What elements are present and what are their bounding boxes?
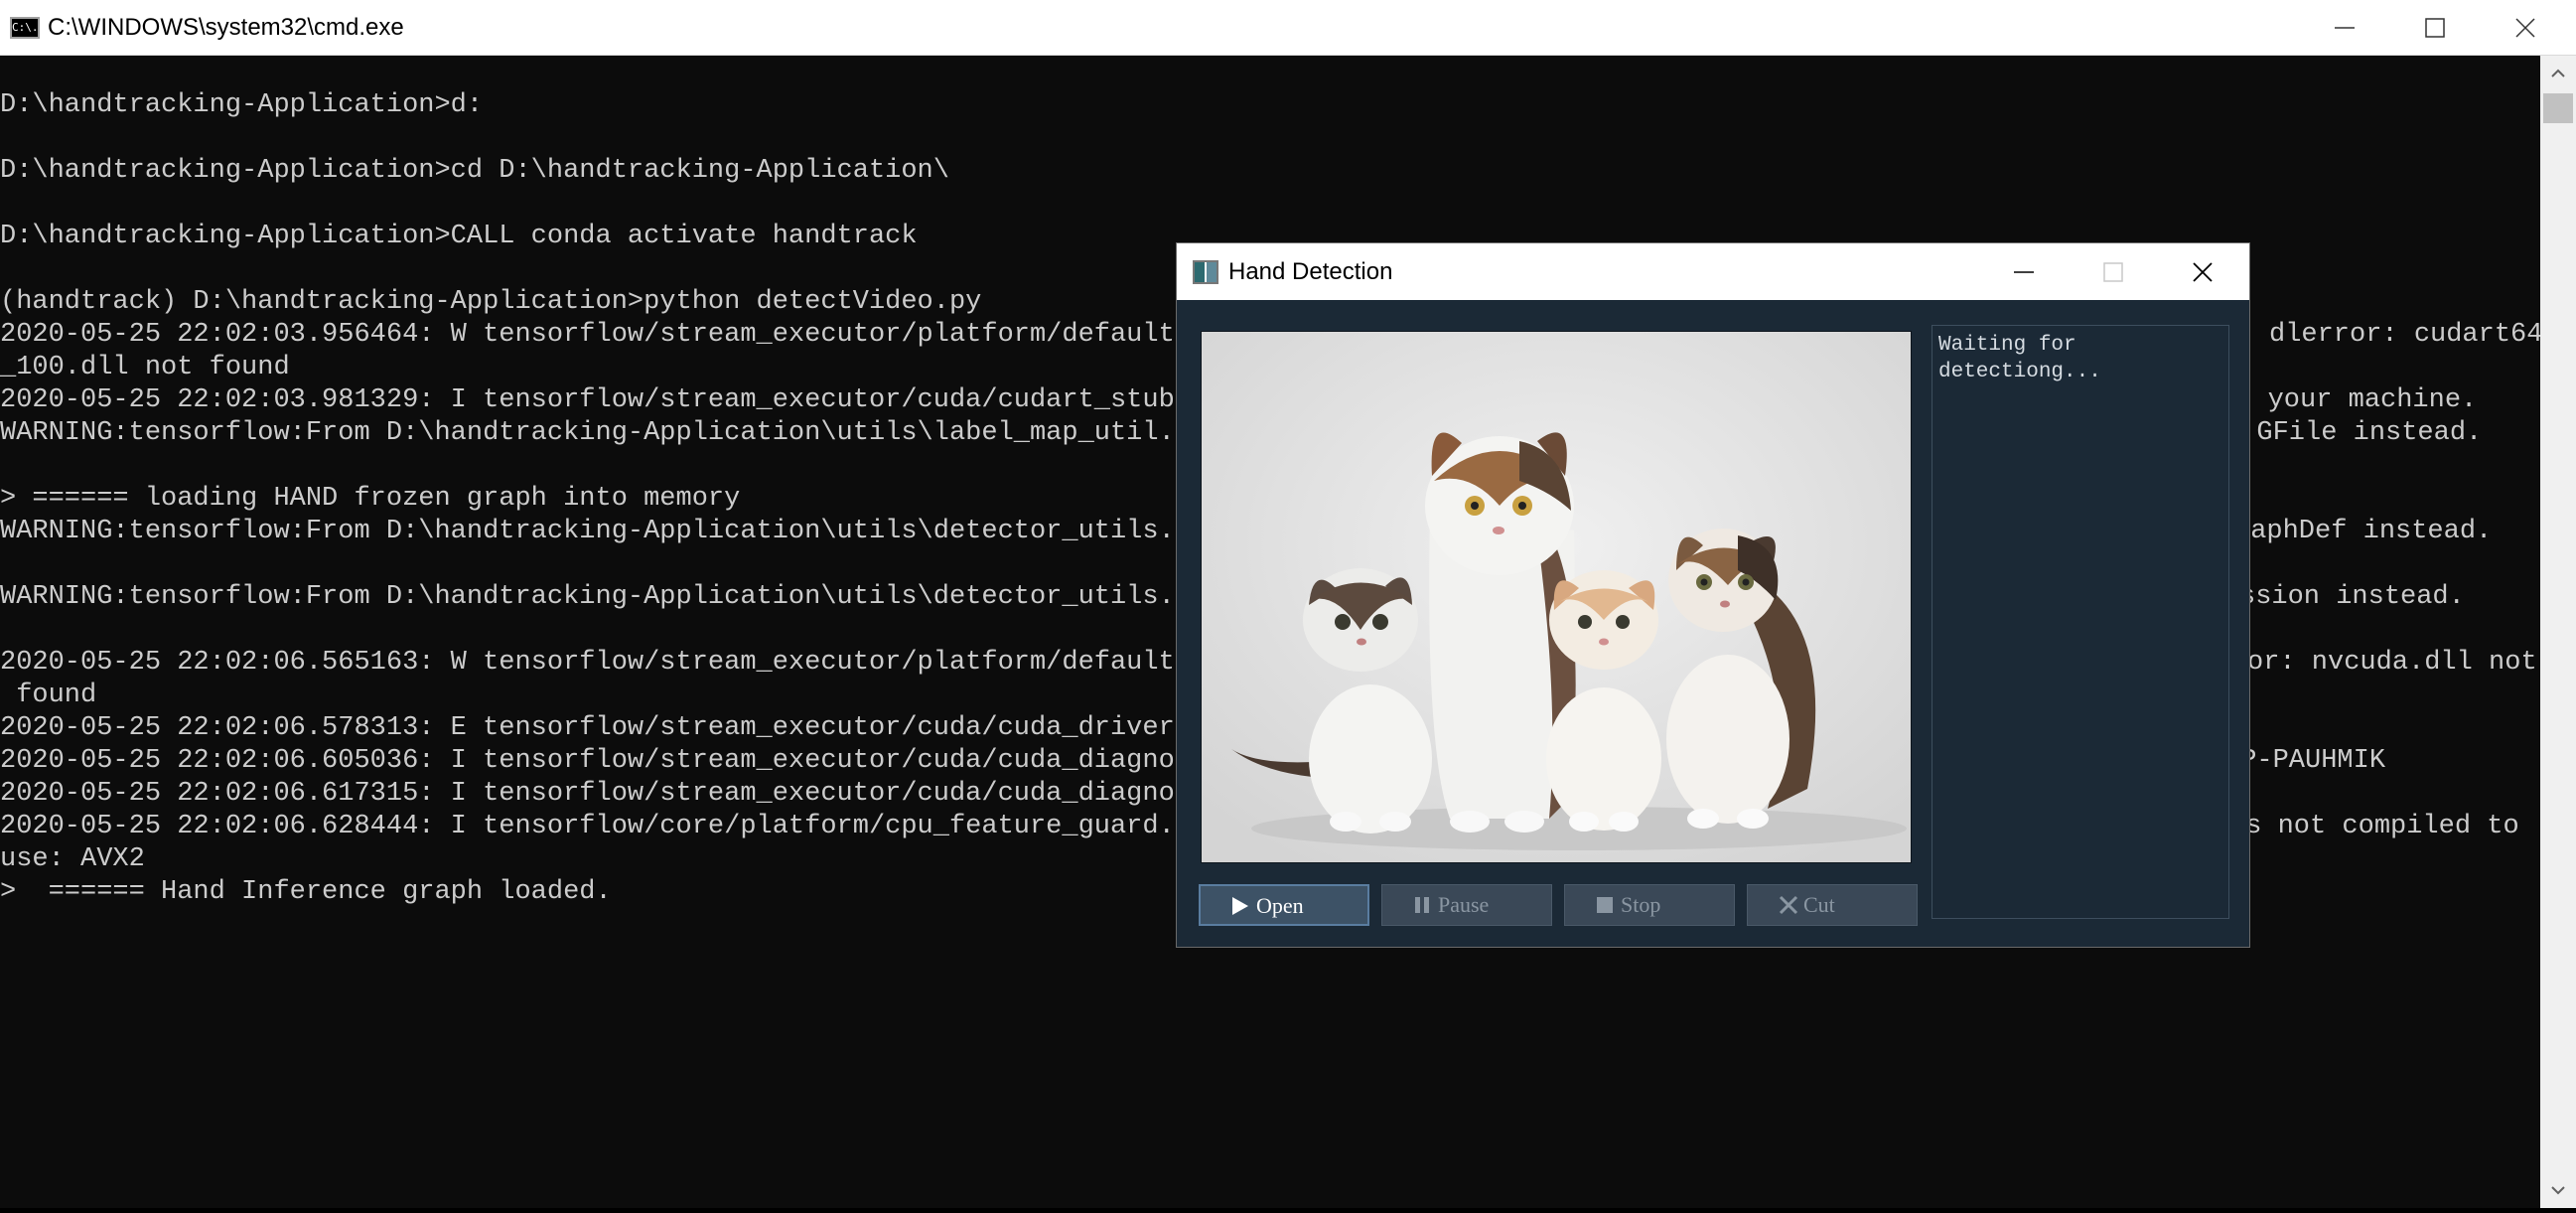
cut-button-label: Cut bbox=[1803, 892, 1835, 917]
pause-button-label: Pause bbox=[1438, 892, 1490, 917]
console-line: use: AVX2 bbox=[0, 844, 145, 874]
play-icon bbox=[1232, 897, 1248, 915]
vertical-scrollbar[interactable] bbox=[2540, 56, 2576, 1208]
console-line-tail: raphDef instead. bbox=[2234, 517, 2493, 546]
maximize-button[interactable] bbox=[2390, 0, 2480, 56]
minimize-button[interactable] bbox=[1979, 243, 2069, 300]
app-icon bbox=[1193, 260, 1218, 284]
console-line-tail: as not compiled to bbox=[2229, 812, 2519, 841]
pause-button[interactable]: Pause bbox=[1381, 884, 1552, 926]
console-line: 2020-05-25 22:02:06.617315: I tensorflow… bbox=[0, 779, 1208, 809]
minimize-icon bbox=[2335, 27, 2355, 29]
chevron-down-icon bbox=[2551, 1186, 2565, 1195]
console-line-tail: dlerror: cudart64 bbox=[2269, 320, 2540, 350]
scroll-thumb[interactable] bbox=[2543, 93, 2573, 123]
detection-status-panel: Waiting for detectiong... bbox=[1932, 325, 2229, 919]
close-button[interactable] bbox=[2481, 0, 2570, 56]
open-button-label: Open bbox=[1256, 893, 1304, 918]
close-button[interactable] bbox=[2158, 243, 2247, 300]
console-line: (handtrack) D:\handtracking-Application>… bbox=[0, 287, 982, 317]
video-display bbox=[1201, 331, 1912, 863]
cmd-app-icon[interactable]: C:\. bbox=[10, 17, 40, 39]
console-line: D:\handtracking-Application>cd D:\handtr… bbox=[0, 156, 949, 186]
console-line: WARNING:tensorflow:From D:\handtracking-… bbox=[0, 517, 1208, 546]
chevron-up-icon bbox=[2551, 69, 2565, 77]
console-line: WARNING:tensorflow:From D:\handtracking-… bbox=[0, 582, 1208, 612]
console-line: 2020-05-25 22:02:06.565163: W tensorflow… bbox=[0, 648, 1208, 678]
console-line: > ====== loading HAND frozen graph into … bbox=[0, 484, 741, 514]
console-line: > ====== Hand Inference graph loaded. bbox=[0, 877, 612, 907]
stop-button[interactable]: Stop bbox=[1564, 884, 1735, 926]
scroll-down-button[interactable] bbox=[2540, 1172, 2576, 1208]
detection-status-text: Waiting for detectiong... bbox=[1938, 334, 2101, 383]
hand-detection-titlebar[interactable]: Hand Detection bbox=[1177, 243, 2249, 300]
minimize-icon bbox=[2014, 271, 2034, 273]
pause-icon bbox=[1415, 897, 1429, 913]
close-icon bbox=[2515, 18, 2535, 38]
maximize-icon bbox=[2425, 18, 2445, 38]
console-line-tail: or: nvcuda.dll not bbox=[2247, 648, 2537, 678]
console-line: 2020-05-25 22:02:06.578313: E tensorflow… bbox=[0, 713, 1208, 743]
console-line: 2020-05-25 22:02:06.605036: I tensorflow… bbox=[0, 746, 1208, 776]
cut-icon bbox=[1779, 895, 1798, 915]
console-line: D:\handtracking-Application>CALL conda a… bbox=[0, 222, 918, 251]
console-line: _100.dll not found bbox=[0, 353, 290, 382]
kittens-photo bbox=[1202, 332, 1911, 862]
close-icon bbox=[2193, 262, 2213, 282]
console-line-tail: ssion instead. bbox=[2239, 582, 2465, 612]
minimize-button[interactable] bbox=[2300, 0, 2389, 56]
console-line-tail: on your machine. bbox=[2219, 385, 2478, 415]
console-line: D:\handtracking-Application>d: bbox=[0, 90, 484, 120]
cmd-window-title: C:\WINDOWS\system32\cmd.exe bbox=[48, 14, 404, 41]
cmd-titlebar[interactable]: C:\. C:\WINDOWS\system32\cmd.exe bbox=[0, 0, 2576, 56]
console-line: 2020-05-25 22:02:06.628444: I tensorflow… bbox=[0, 812, 1191, 841]
maximize-button[interactable] bbox=[2069, 243, 2158, 300]
console-line: 2020-05-25 22:02:03.981329: I tensorflow… bbox=[0, 385, 1208, 415]
stop-icon bbox=[1597, 897, 1613, 913]
open-button[interactable]: Open bbox=[1199, 884, 1369, 926]
cut-button[interactable]: Cut bbox=[1747, 884, 1918, 926]
console-line: found bbox=[0, 681, 97, 710]
stop-button-label: Stop bbox=[1621, 892, 1661, 917]
scroll-up-button[interactable] bbox=[2540, 56, 2576, 91]
console-line: 2020-05-25 22:02:03.956464: W tensorflow… bbox=[0, 320, 1208, 350]
hand-detection-title: Hand Detection bbox=[1228, 258, 1393, 285]
maximize-icon bbox=[2103, 262, 2123, 282]
hand-detection-window[interactable]: Hand Detection Waiting for detectiong...… bbox=[1176, 242, 2250, 948]
console-line-tail: e.GFile instead. bbox=[2224, 418, 2483, 448]
console-line: WARNING:tensorflow:From D:\handtracking-… bbox=[0, 418, 1208, 448]
